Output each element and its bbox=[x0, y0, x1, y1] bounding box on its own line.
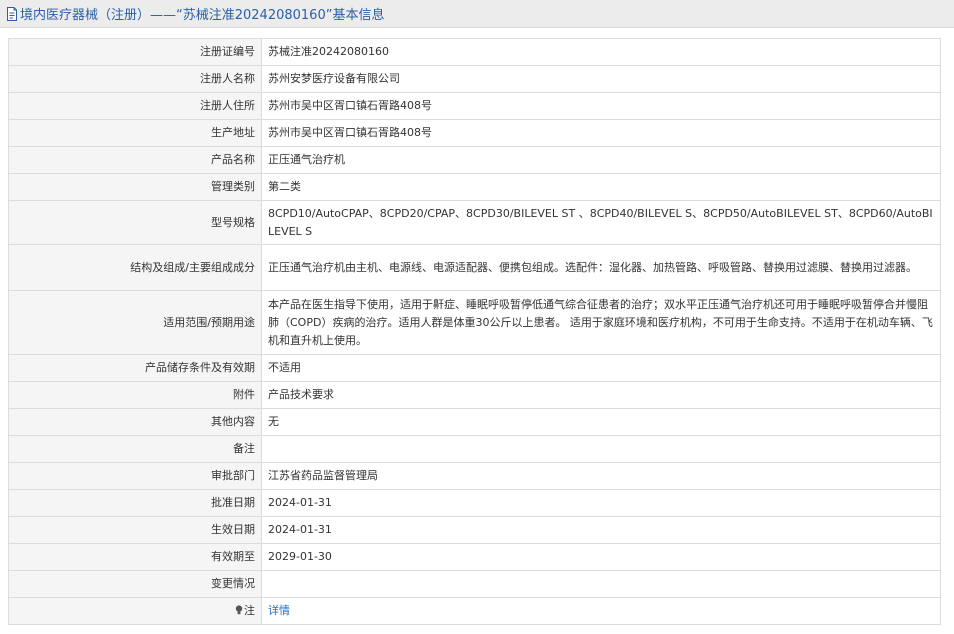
note-label: 注 bbox=[244, 604, 255, 617]
row-value bbox=[261, 435, 941, 463]
note-value: 详情 bbox=[261, 597, 941, 625]
page-title: 境内医疗器械（注册）——“苏械注准20242080160”基本信息 bbox=[20, 8, 385, 23]
details-link[interactable]: 详情 bbox=[268, 604, 290, 617]
table-row: 变更情况 bbox=[8, 570, 941, 598]
row-value: 2024-01-31 bbox=[261, 489, 941, 517]
row-value: 产品技术要求 bbox=[261, 381, 941, 409]
document-icon bbox=[6, 6, 18, 21]
table-row: 产品名称 正压通气治疗机 bbox=[8, 146, 941, 174]
row-value: 第二类 bbox=[261, 173, 941, 201]
table-row: 注册证编号 苏械注准20242080160 bbox=[8, 38, 941, 66]
table-row: 产品储存条件及有效期 不适用 bbox=[8, 354, 941, 382]
page-header: 境内医疗器械（注册）——“苏械注准20242080160”基本信息 bbox=[0, 0, 954, 28]
table-row: 生产地址 苏州市吴中区胥口镇石胥路408号 bbox=[8, 119, 941, 147]
row-value: 无 bbox=[261, 408, 941, 436]
row-value: 2024-01-31 bbox=[261, 516, 941, 544]
row-value: 苏械注准20242080160 bbox=[261, 38, 941, 66]
note-label-cell: 注 bbox=[8, 597, 262, 625]
row-label: 产品名称 bbox=[8, 146, 262, 174]
row-label: 产品储存条件及有效期 bbox=[8, 354, 262, 382]
table-row: 有效期至 2029-01-30 bbox=[8, 543, 941, 571]
row-value: 苏州市吴中区胥口镇石胥路408号 bbox=[261, 119, 941, 147]
row-value: 苏州市吴中区胥口镇石胥路408号 bbox=[261, 92, 941, 120]
note-row: 注 详情 bbox=[8, 597, 941, 625]
table-row: 结构及组成/主要组成成分 正压通气治疗机由主机、电源线、电源适配器、便携包组成。… bbox=[8, 244, 941, 291]
row-label: 审批部门 bbox=[8, 462, 262, 490]
row-value: 8CPD10/AutoCPAP、8CPD20/CPAP、8CPD30/BILEV… bbox=[261, 200, 941, 245]
table-row: 附件 产品技术要求 bbox=[8, 381, 941, 409]
table-row: 管理类别 第二类 bbox=[8, 173, 941, 201]
table-row: 审批部门 江苏省药品监督管理局 bbox=[8, 462, 941, 490]
table-row: 适用范围/预期用途 本产品在医生指导下使用，适用于鼾症、睡眠呼吸暂停低通气综合征… bbox=[8, 290, 941, 355]
info-table: 注册证编号 苏械注准20242080160 注册人名称 苏州安梦医疗设备有限公司… bbox=[8, 38, 941, 625]
table-row: 备注 bbox=[8, 435, 941, 463]
row-label: 附件 bbox=[8, 381, 262, 409]
row-label: 型号规格 bbox=[8, 200, 262, 245]
row-label: 注册人住所 bbox=[8, 92, 262, 120]
row-value bbox=[261, 570, 941, 598]
row-label: 管理类别 bbox=[8, 173, 262, 201]
row-label: 有效期至 bbox=[8, 543, 262, 571]
lightbulb-icon bbox=[235, 603, 243, 615]
row-value: 苏州安梦医疗设备有限公司 bbox=[261, 65, 941, 93]
row-label: 注册证编号 bbox=[8, 38, 262, 66]
row-label: 备注 bbox=[8, 435, 262, 463]
table-row: 注册人名称 苏州安梦医疗设备有限公司 bbox=[8, 65, 941, 93]
row-label: 注册人名称 bbox=[8, 65, 262, 93]
table-row: 型号规格 8CPD10/AutoCPAP、8CPD20/CPAP、8CPD30/… bbox=[8, 200, 941, 245]
row-label: 结构及组成/主要组成成分 bbox=[8, 244, 262, 291]
row-label: 变更情况 bbox=[8, 570, 262, 598]
row-value: 江苏省药品监督管理局 bbox=[261, 462, 941, 490]
row-label: 批准日期 bbox=[8, 489, 262, 517]
row-label: 适用范围/预期用途 bbox=[8, 290, 262, 355]
row-value: 正压通气治疗机 bbox=[261, 146, 941, 174]
row-value: 不适用 bbox=[261, 354, 941, 382]
table-row: 注册人住所 苏州市吴中区胥口镇石胥路408号 bbox=[8, 92, 941, 120]
row-label: 生效日期 bbox=[8, 516, 262, 544]
row-label: 其他内容 bbox=[8, 408, 262, 436]
table-row: 批准日期 2024-01-31 bbox=[8, 489, 941, 517]
table-row: 其他内容 无 bbox=[8, 408, 941, 436]
row-value: 正压通气治疗机由主机、电源线、电源适配器、便携包组成。选配件：湿化器、加热管路、… bbox=[261, 244, 941, 291]
row-value: 本产品在医生指导下使用，适用于鼾症、睡眠呼吸暂停低通气综合征患者的治疗；双水平正… bbox=[261, 290, 941, 355]
row-value: 2029-01-30 bbox=[261, 543, 941, 571]
table-row: 生效日期 2024-01-31 bbox=[8, 516, 941, 544]
row-label: 生产地址 bbox=[8, 119, 262, 147]
